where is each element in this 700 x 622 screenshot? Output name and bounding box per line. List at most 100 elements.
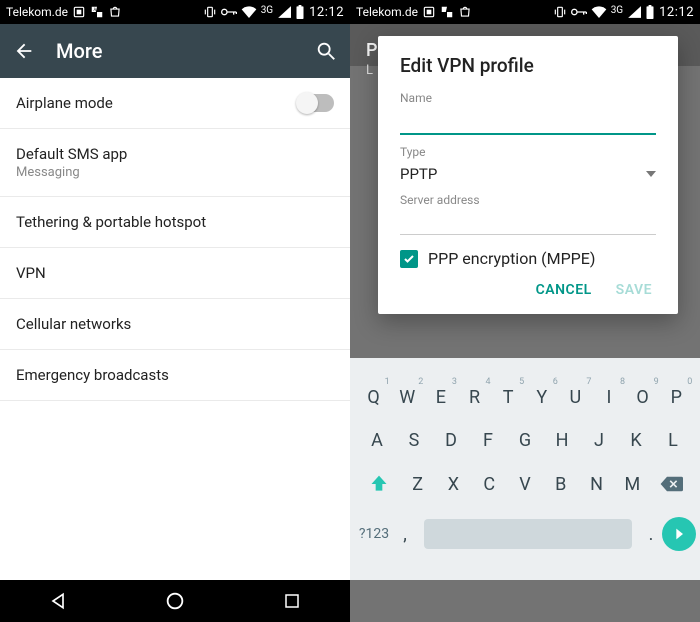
- period-key[interactable]: .: [640, 524, 662, 545]
- svg-text:A: A: [93, 7, 96, 12]
- settings-list: Airplane mode Default SMS app Messaging …: [0, 78, 350, 580]
- server-field[interactable]: [400, 209, 656, 235]
- key-b[interactable]: B: [547, 474, 575, 495]
- key-hint: 0: [687, 377, 692, 387]
- key-c[interactable]: C: [475, 474, 503, 495]
- key-l[interactable]: L: [659, 430, 687, 451]
- airplane-mode-row[interactable]: Airplane mode: [0, 78, 350, 129]
- cancel-button[interactable]: CANCEL: [536, 282, 592, 298]
- nav-back-icon[interactable]: [38, 586, 78, 616]
- signal-icon: [277, 6, 291, 18]
- search-icon[interactable]: [314, 39, 338, 63]
- key-m[interactable]: M: [618, 474, 646, 495]
- nav-home-icon[interactable]: [155, 586, 195, 616]
- key-x[interactable]: X: [439, 474, 467, 495]
- list-item-label: Emergency broadcasts: [16, 366, 169, 384]
- battery-icon: [645, 5, 655, 19]
- list-item-label: Cellular networks: [16, 315, 131, 333]
- on-screen-keyboard: Q1W2 E3 R4T5 Y6U7 I8 O9P0 ASDFGHJKL ZXCVBNM ?…: [350, 358, 700, 580]
- wifi-icon: [241, 6, 257, 18]
- tethering-row[interactable]: Tethering & portable hotspot: [0, 197, 350, 248]
- key-k[interactable]: K: [622, 430, 650, 451]
- type-value: PPTP: [400, 165, 437, 183]
- symbols-key[interactable]: ?123: [354, 526, 394, 542]
- name-label: Name: [400, 91, 656, 105]
- key-hint: 2: [418, 377, 423, 387]
- vpn-key-icon: [571, 7, 587, 17]
- key-hint: 5: [519, 377, 524, 387]
- key-u[interactable]: U7: [561, 387, 589, 408]
- default-sms-row[interactable]: Default SMS app Messaging: [0, 129, 350, 197]
- key-hint: 3: [452, 377, 457, 387]
- key-d[interactable]: D: [437, 430, 465, 451]
- key-h[interactable]: H: [548, 430, 576, 451]
- key-s[interactable]: S: [400, 430, 428, 451]
- enter-key[interactable]: [662, 517, 696, 551]
- back-icon[interactable]: [12, 39, 36, 63]
- nav-recent-icon[interactable]: [272, 586, 312, 616]
- key-f[interactable]: F: [474, 430, 502, 451]
- vpn-key-icon: [221, 7, 237, 17]
- store-icon: [108, 5, 122, 19]
- key-e[interactable]: E3: [427, 387, 455, 408]
- spacebar-key[interactable]: [424, 519, 632, 549]
- wifi-icon: [591, 6, 607, 18]
- phone-right: Telekom.de 3G 12:12 P L Edit: [350, 0, 700, 622]
- type-label: Type: [400, 145, 656, 159]
- key-q[interactable]: Q1: [360, 387, 388, 408]
- key-w[interactable]: W2: [393, 387, 421, 408]
- key-p[interactable]: P0: [662, 387, 690, 408]
- battery-icon: [295, 5, 305, 19]
- checkbox-icon: [400, 250, 418, 268]
- status-bar: Telekom.de A 3G 12:12: [0, 0, 350, 24]
- key-v[interactable]: V: [511, 474, 539, 495]
- comma-key[interactable]: ,: [394, 524, 416, 545]
- status-bar: Telekom.de 3G 12:12: [350, 0, 700, 24]
- name-field[interactable]: [400, 107, 656, 135]
- ppe-label: PPP encryption (MPPE): [428, 249, 595, 268]
- key-i[interactable]: I8: [595, 387, 623, 408]
- page-title: More: [56, 39, 294, 63]
- edit-vpn-dialog: Edit VPN profile Name Type PPTP Server a…: [378, 36, 678, 314]
- translate-icon: A: [90, 5, 104, 19]
- ppe-checkbox-row[interactable]: PPP encryption (MPPE): [400, 249, 656, 268]
- key-hint: 1: [385, 377, 390, 387]
- backspace-key[interactable]: [654, 475, 688, 493]
- chevron-down-icon: [646, 171, 656, 177]
- carrier-label: Telekom.de: [356, 5, 418, 19]
- list-item-label: VPN: [16, 264, 46, 282]
- key-g[interactable]: G: [511, 430, 539, 451]
- nav-bar: [0, 580, 350, 622]
- list-item-sublabel: Messaging: [16, 165, 127, 180]
- dialog-title: Edit VPN profile: [400, 54, 656, 77]
- screenshot-icon: [72, 5, 86, 19]
- clock-label: 12:12: [309, 5, 344, 20]
- type-select[interactable]: PPTP: [400, 161, 656, 189]
- airplane-mode-toggle[interactable]: [298, 94, 334, 112]
- key-n[interactable]: N: [583, 474, 611, 495]
- key-hint: 9: [654, 377, 659, 387]
- key-y[interactable]: Y6: [528, 387, 556, 408]
- shift-key[interactable]: [362, 474, 396, 494]
- key-j[interactable]: J: [585, 430, 613, 451]
- server-label: Server address: [400, 193, 656, 207]
- list-item-label: Default SMS app: [16, 145, 127, 163]
- key-t[interactable]: T5: [494, 387, 522, 408]
- key-r[interactable]: R4: [461, 387, 489, 408]
- network-type-label: 3G: [261, 5, 273, 16]
- vibrate-icon: [203, 5, 217, 19]
- key-hint: 7: [586, 377, 591, 387]
- cellular-row[interactable]: Cellular networks: [0, 299, 350, 350]
- vpn-row[interactable]: VPN: [0, 248, 350, 299]
- clock-label: 12:12: [659, 5, 694, 20]
- key-hint: 4: [485, 377, 490, 387]
- key-hint: 8: [620, 377, 625, 387]
- key-z[interactable]: Z: [404, 474, 432, 495]
- app-bar: More: [0, 24, 350, 78]
- emergency-row[interactable]: Emergency broadcasts: [0, 350, 350, 401]
- vibrate-icon: [553, 5, 567, 19]
- save-button[interactable]: SAVE: [616, 282, 652, 298]
- key-o[interactable]: O9: [629, 387, 657, 408]
- signal-icon: [627, 6, 641, 18]
- key-a[interactable]: A: [363, 430, 391, 451]
